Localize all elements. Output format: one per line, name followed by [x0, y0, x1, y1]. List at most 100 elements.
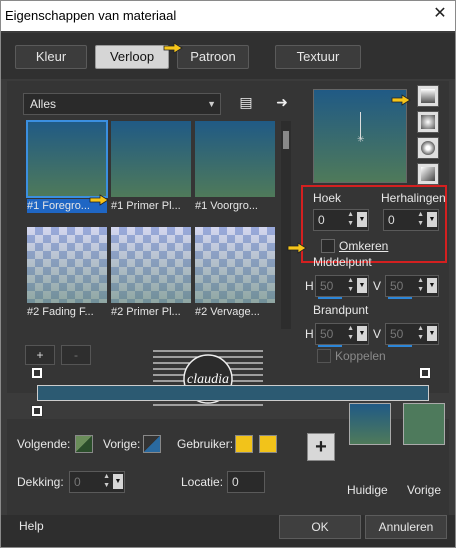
opacity-stop-left[interactable] — [31, 367, 43, 379]
center-h-slider[interactable] — [318, 297, 342, 299]
arrow-right-icon[interactable]: ➜ — [273, 93, 291, 111]
current-preview[interactable] — [349, 403, 391, 445]
gradient-editor-bar[interactable] — [37, 385, 429, 401]
focal-h-slider[interactable] — [318, 345, 342, 347]
opacity-label: Dekking: — [17, 475, 64, 489]
center-label: Middelpunt — [313, 255, 372, 269]
opacity-value: 0 — [74, 475, 81, 489]
chevron-down-icon[interactable]: ▼ — [357, 212, 367, 227]
center-v-label: V — [373, 279, 382, 293]
category-dropdown[interactable]: Alles ▼ — [23, 93, 221, 115]
style-rectangular-button[interactable] — [417, 111, 439, 133]
repeats-input[interactable]: 0 ▲ ▼ ▼ — [383, 209, 439, 231]
chevron-down-icon[interactable]: ▼ — [427, 212, 437, 227]
focal-label: Brandpunt — [313, 303, 369, 317]
tab-patroon[interactable]: Patroon — [177, 45, 249, 69]
remove-stop-button[interactable]: - — [61, 345, 91, 365]
window-title: Eigenschappen van materiaal — [5, 8, 177, 23]
gradient-preview — [111, 121, 191, 197]
angle-label: Hoek — [313, 191, 342, 205]
add-to-swatches-button[interactable]: + — [307, 433, 335, 461]
gradient-label: #2 Primer Pl... — [111, 306, 181, 318]
gradient-preview — [195, 227, 275, 303]
focal-v-input[interactable]: 50 ▲ ▼ ▼ — [385, 323, 439, 347]
opacity-stop-right[interactable] — [419, 367, 431, 379]
spin-arrows-icon[interactable]: ▲ ▼ — [417, 276, 424, 294]
pointing-hand-icon — [163, 42, 183, 54]
gradient-list-scrollbar[interactable] — [281, 121, 291, 329]
chevron-down-icon[interactable]: ▼ — [427, 326, 437, 341]
gradient-thumb-3[interactable]: #1 Voorgro... — [195, 121, 275, 212]
user-swatch-2[interactable] — [259, 435, 277, 453]
gradient-thumb-6[interactable]: #2 Vervage... — [195, 227, 275, 318]
angle-input[interactable]: 0 ▲ ▼ ▼ — [313, 209, 369, 231]
style-radial-button[interactable] — [417, 163, 439, 185]
gradient-label: #2 Vervage... — [195, 306, 260, 318]
opacity-input[interactable]: 0 ▲ ▼ ▼ — [69, 471, 125, 493]
focal-v-label: V — [373, 327, 382, 341]
color-stop-left[interactable] — [31, 405, 43, 417]
prev-swatch[interactable] — [143, 435, 161, 453]
chevron-down-icon[interactable]: ▼ — [427, 278, 437, 293]
location-label: Locatie: — [181, 475, 224, 489]
user-label: Gebruiker: — [177, 437, 234, 451]
footer: Help OK Annuleren — [1, 515, 455, 547]
spin-arrows-icon[interactable]: ▲ ▼ — [347, 324, 354, 342]
invert-checkbox[interactable] — [321, 239, 335, 253]
invert-label: Omkeren — [339, 239, 389, 253]
tab-verloop[interactable]: Verloop — [95, 45, 169, 69]
center-h-value: 50 — [320, 279, 334, 293]
gradient-preview — [195, 121, 275, 197]
tab-kleur[interactable]: Kleur — [15, 45, 87, 69]
repeats-value: 0 — [388, 213, 395, 227]
gradient-preview — [111, 227, 191, 303]
chevron-down-icon[interactable]: ▼ — [357, 326, 367, 341]
gradient-thumb-2[interactable]: #1 Primer Pl... — [111, 121, 191, 212]
user-swatch-1[interactable] — [235, 435, 253, 453]
category-value: Alles — [30, 97, 57, 111]
ok-button[interactable]: OK — [279, 515, 361, 539]
follow-swatch[interactable] — [75, 435, 93, 453]
gradient-preview — [26, 120, 108, 198]
center-v-slider[interactable] — [388, 297, 412, 299]
link-label: Koppelen — [335, 349, 386, 363]
center-h-label: H — [305, 279, 314, 293]
gradient-thumb-5[interactable]: #2 Primer Pl... — [111, 227, 191, 318]
spin-arrows-icon[interactable]: ▲ ▼ — [347, 276, 354, 294]
watermark-logo: claudia — [153, 350, 263, 406]
title-bar: Eigenschappen van materiaal ✕ — [1, 1, 455, 31]
list-view-icon[interactable]: ▤ — [237, 93, 255, 111]
center-v-input[interactable]: 50 ▲ ▼ ▼ — [385, 275, 439, 299]
chevron-down-icon[interactable]: ▼ — [113, 474, 123, 489]
help-link[interactable]: Help — [19, 519, 44, 533]
location-input[interactable]: 0 — [227, 471, 265, 493]
style-linear-button[interactable] — [417, 85, 439, 107]
link-checkbox[interactable] — [317, 349, 331, 363]
spin-arrows-icon[interactable]: ▲ ▼ — [103, 472, 110, 490]
angle-value: 0 — [318, 213, 325, 227]
location-value: 0 — [232, 475, 239, 489]
scrollbar-thumb[interactable] — [283, 131, 289, 149]
chevron-down-icon[interactable]: ▼ — [357, 278, 367, 293]
spin-arrows-icon[interactable]: ▲ ▼ — [417, 324, 424, 342]
previous-preview[interactable] — [403, 403, 445, 445]
pointing-hand-icon — [89, 194, 109, 206]
spin-arrows-icon[interactable]: ▲ ▼ — [417, 210, 424, 228]
center-h-input[interactable]: 50 ▲ ▼ ▼ — [315, 275, 369, 299]
pointing-hand-icon — [287, 242, 307, 254]
material-properties-window: Eigenschappen van materiaal ✕ Kleur Verl… — [0, 0, 456, 548]
spin-arrows-icon[interactable]: ▲ ▼ — [347, 210, 354, 228]
style-sunburst-button[interactable] — [417, 137, 439, 159]
current-label: Huidige — [347, 483, 388, 497]
gradient-thumb-4[interactable]: #2 Fading F... — [27, 227, 107, 318]
add-stop-button[interactable]: + — [25, 345, 55, 365]
close-icon[interactable]: ✕ — [431, 5, 449, 23]
cancel-button[interactable]: Annuleren — [365, 515, 447, 539]
center-v-value: 50 — [390, 279, 404, 293]
tab-bar: Kleur Verloop Patroon Textuur — [1, 33, 455, 79]
focal-v-slider[interactable] — [388, 345, 412, 347]
previous-label: Vorige — [407, 483, 442, 497]
pointing-hand-icon — [391, 94, 411, 106]
focal-h-input[interactable]: 50 ▲ ▼ ▼ — [315, 323, 369, 347]
tab-textuur[interactable]: Textuur — [275, 45, 361, 69]
